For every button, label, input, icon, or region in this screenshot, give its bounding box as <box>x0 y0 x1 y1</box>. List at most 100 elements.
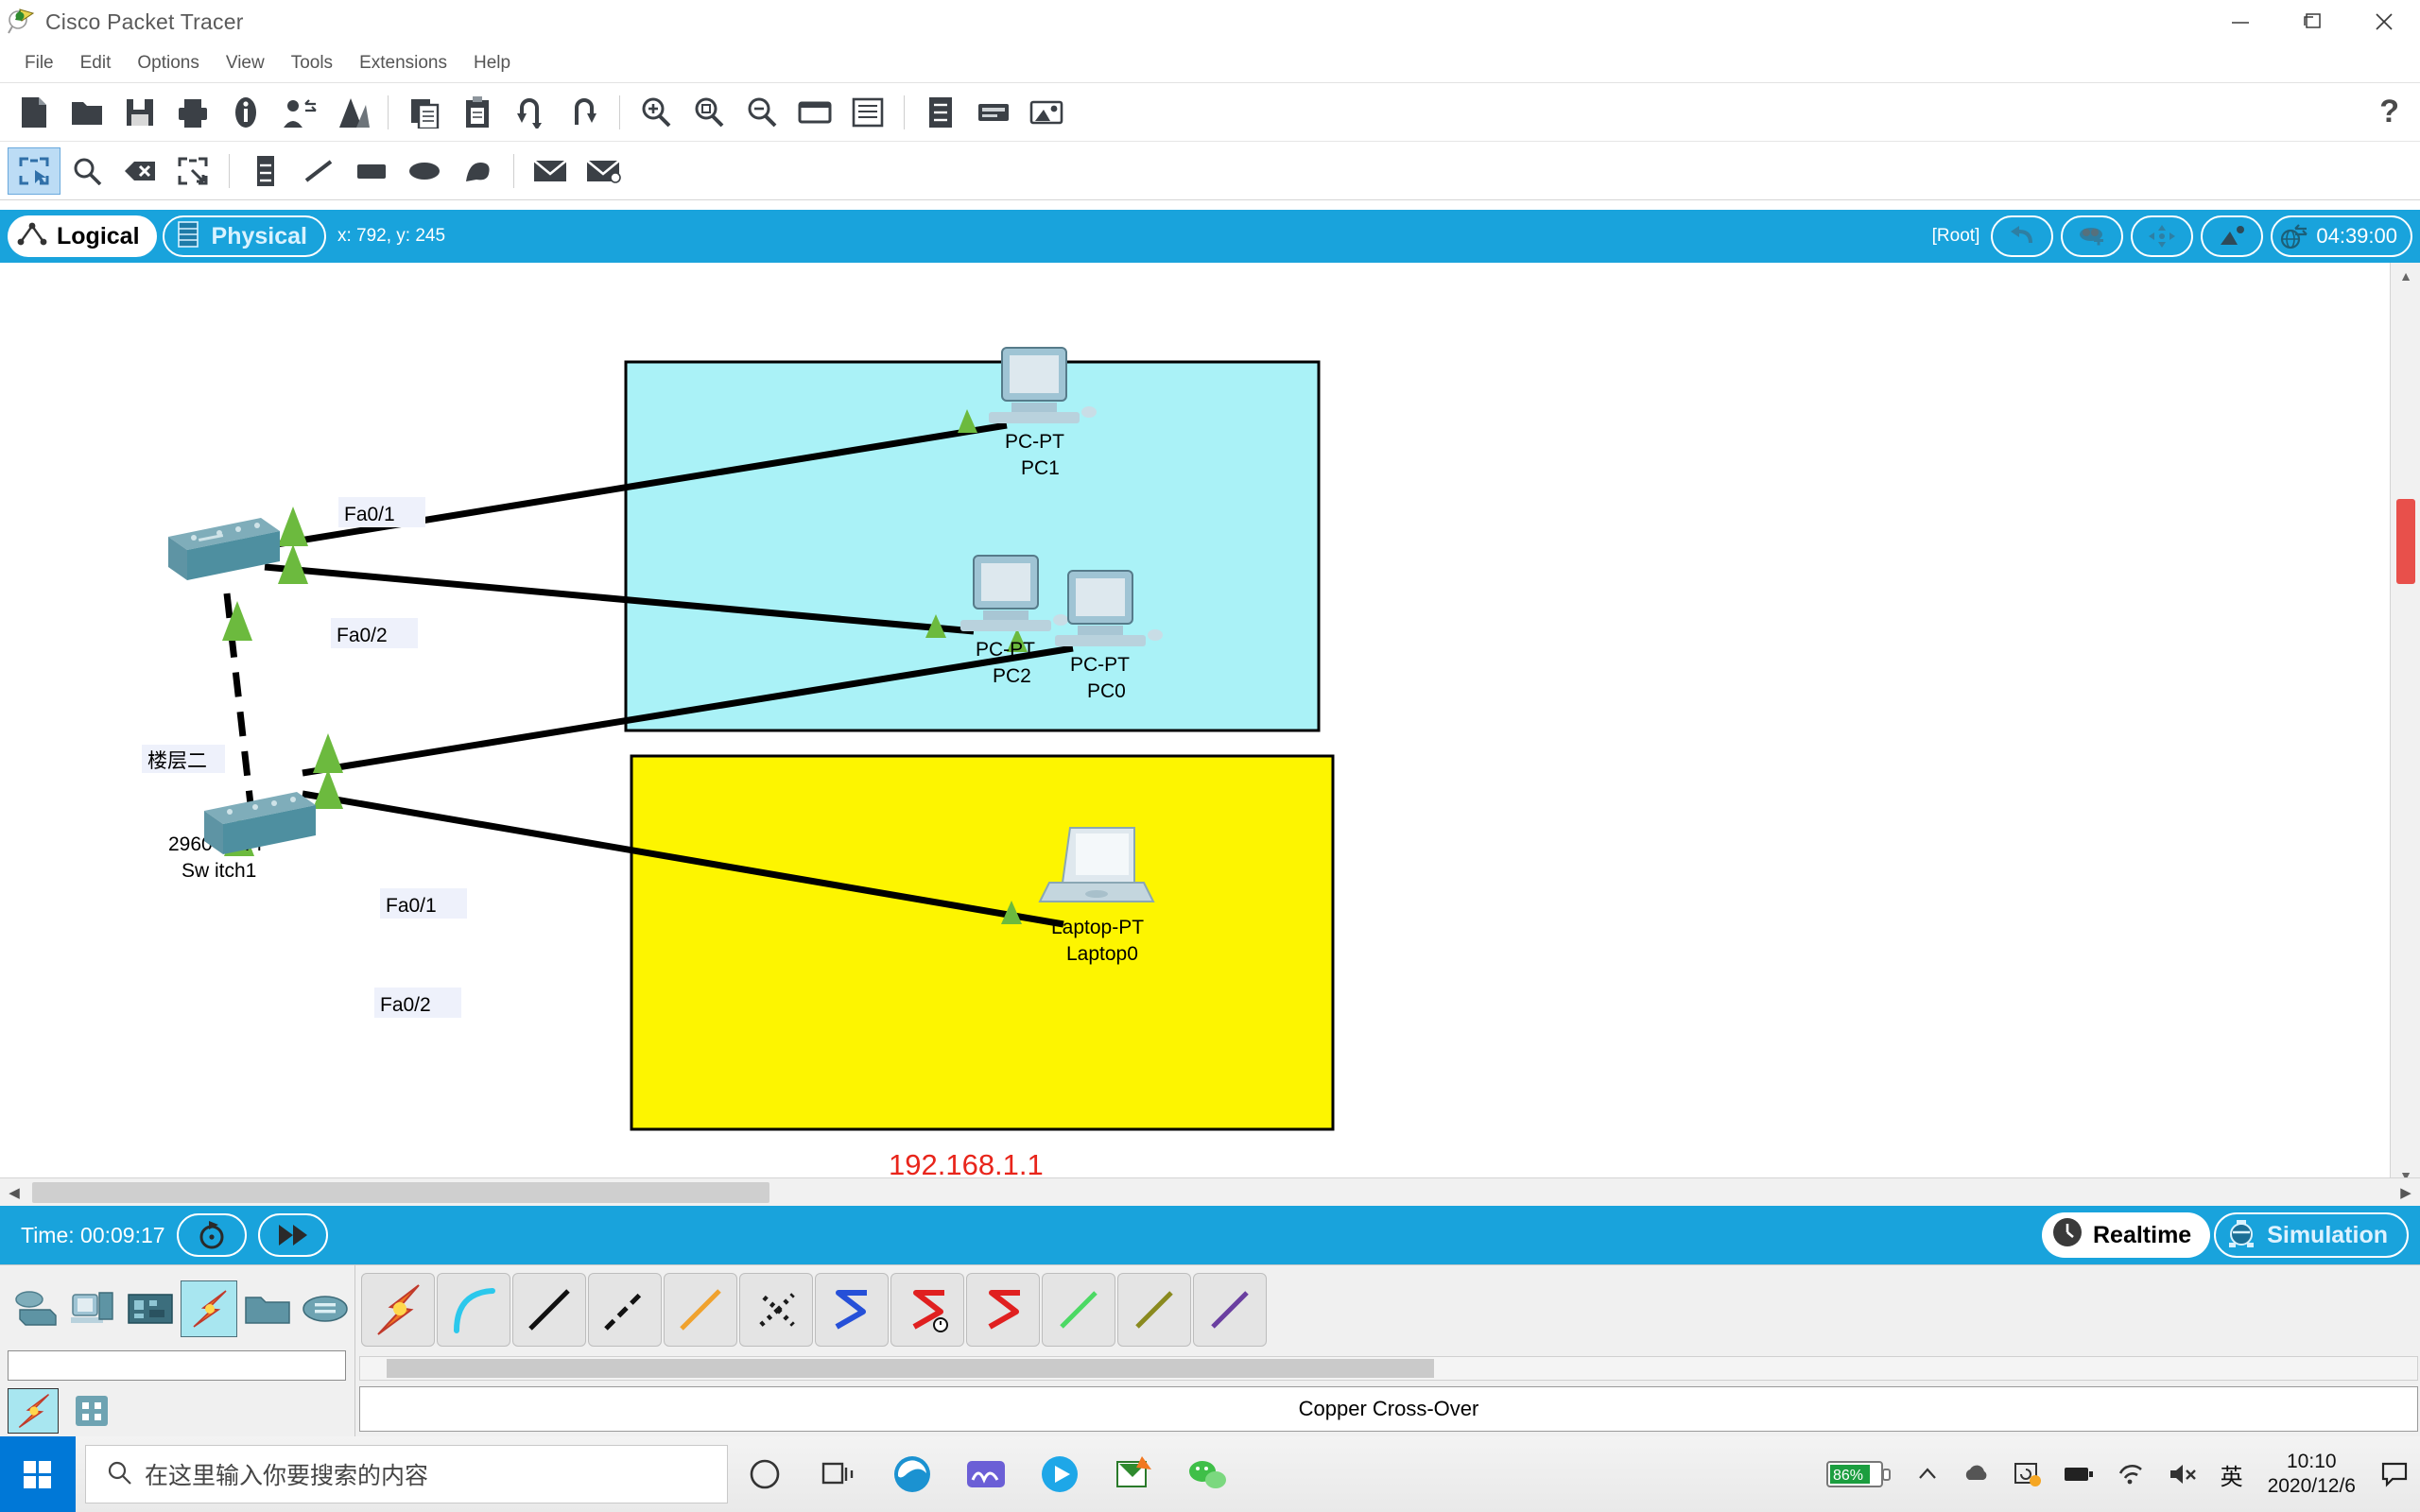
draw-ellipse-icon[interactable] <box>398 147 451 195</box>
device-switch1[interactable] <box>168 518 280 580</box>
end-devices-icon[interactable] <box>63 1280 121 1337</box>
add-complex-pdu-icon[interactable] <box>577 147 630 195</box>
open-file-icon[interactable] <box>60 88 113 137</box>
menu-extensions[interactable]: Extensions <box>346 48 460 78</box>
power-cycle-devices-icon[interactable] <box>176 1213 247 1257</box>
print-icon[interactable] <box>166 88 219 137</box>
add-cluster-icon[interactable] <box>2061 215 2124 257</box>
simulation-mode-button[interactable]: Simulation <box>2214 1212 2409 1258</box>
menu-edit[interactable]: Edit <box>67 48 125 78</box>
notification-icon[interactable] <box>2369 1461 2420 1487</box>
minimize-button[interactable] <box>2204 0 2276 43</box>
workspace-horizontal-scrollbar[interactable]: ◀ ▶ <box>0 1177 2420 1206</box>
network-devices-icon[interactable] <box>6 1280 62 1337</box>
ime-language-icon[interactable]: 英 <box>2209 1458 2255 1491</box>
close-button[interactable] <box>2348 0 2420 43</box>
multiuser-connection-icon[interactable] <box>297 1280 354 1337</box>
custom-devices-icon[interactable] <box>325 88 378 137</box>
realtime-mode-button[interactable]: Realtime <box>2041 1212 2211 1258</box>
new-file-icon[interactable] <box>8 88 60 137</box>
app-purple-icon[interactable] <box>949 1436 1023 1512</box>
place-note-icon[interactable] <box>239 147 292 195</box>
console-cable-icon[interactable] <box>437 1273 510 1347</box>
windows-start-icon[interactable] <box>0 1436 76 1512</box>
battery-tray-icon[interactable] <box>2052 1464 2105 1485</box>
horizontal-scroll-thumb[interactable] <box>32 1182 769 1203</box>
move-object-icon[interactable] <box>2131 215 2194 257</box>
back-navigation-icon[interactable] <box>1991 215 2054 257</box>
add-simple-pdu-icon[interactable] <box>524 147 577 195</box>
connections-sub-icon[interactable] <box>8 1388 59 1434</box>
connection-panel-scrollbar[interactable] <box>359 1356 2418 1381</box>
select-tool-icon[interactable] <box>8 146 60 195</box>
menu-tools[interactable]: Tools <box>278 48 346 78</box>
menu-file[interactable]: File <box>11 48 67 78</box>
microsoft-edge-icon[interactable] <box>875 1436 949 1512</box>
background-image-icon[interactable] <box>1020 88 1073 137</box>
miscellaneous-icon[interactable] <box>238 1280 296 1337</box>
phone-cable-icon[interactable] <box>739 1273 813 1347</box>
palette-icon[interactable] <box>788 88 841 137</box>
draw-rectangle-icon[interactable] <box>345 147 398 195</box>
topology-canvas[interactable]: 2960-24TT Sw itch1 楼层二 2960-24TT Sw itch… <box>0 263 2390 1189</box>
sync-icon[interactable] <box>2001 1461 2052 1487</box>
notes-icon[interactable] <box>914 88 967 137</box>
logical-workspace[interactable]: 2960-24TT Sw itch1 楼层二 2960-24TT Sw itch… <box>0 263 2390 1189</box>
battery-percentage-badge[interactable]: 86% <box>1814 1456 1905 1492</box>
fast-forward-time-icon[interactable] <box>257 1213 328 1257</box>
inspect-tool-icon[interactable] <box>60 147 113 195</box>
set-tiled-background-icon[interactable] <box>2201 215 2264 257</box>
device-search-input[interactable] <box>8 1350 346 1381</box>
network-info-icon[interactable] <box>272 88 325 137</box>
scroll-right-arrow-icon[interactable]: ▶ <box>2392 1178 2420 1207</box>
octal-cable-icon[interactable] <box>1042 1273 1115 1347</box>
tab-logical[interactable]: Logical <box>8 215 157 257</box>
taskbar-clock[interactable]: 10:10 2020/12/6 <box>2255 1450 2369 1500</box>
automatic-connection-icon[interactable] <box>361 1273 435 1347</box>
connection-scroll-thumb[interactable] <box>387 1359 1434 1378</box>
copper-cross-over-icon[interactable] <box>588 1273 662 1347</box>
iot-custom-cable-icon[interactable] <box>1117 1273 1191 1347</box>
help-question-icon[interactable]: ? <box>2379 94 2399 130</box>
zoom-out-icon[interactable] <box>735 88 788 137</box>
coaxial-cable-icon[interactable] <box>815 1273 889 1347</box>
delete-tool-icon[interactable] <box>113 147 166 195</box>
show-hidden-icons-icon[interactable] <box>1905 1463 1950 1486</box>
task-view-icon[interactable] <box>802 1436 875 1512</box>
wechat-icon[interactable] <box>1170 1436 1244 1512</box>
media-player-icon[interactable] <box>1023 1436 1097 1512</box>
wifi-icon[interactable] <box>2105 1462 2156 1486</box>
grid-view-icon[interactable] <box>66 1388 117 1434</box>
packet-tracer-taskbar-icon[interactable] <box>1097 1436 1170 1512</box>
redo-icon[interactable] <box>557 88 610 137</box>
onedrive-icon[interactable] <box>1950 1463 2001 1486</box>
serial-dte-icon[interactable] <box>966 1273 1040 1347</box>
resize-shape-icon[interactable] <box>166 147 219 195</box>
draw-line-icon[interactable] <box>292 147 345 195</box>
paste-icon[interactable] <box>451 88 504 137</box>
usb-cable-icon[interactable] <box>1193 1273 1267 1347</box>
activity-wizard-icon[interactable] <box>219 88 272 137</box>
zoom-in-icon[interactable] <box>630 88 683 137</box>
scroll-up-arrow-icon[interactable]: ▲ <box>2391 263 2420 289</box>
copy-icon[interactable] <box>398 88 451 137</box>
workspace-vertical-scrollbar[interactable]: ▲ ▼ <box>2390 263 2420 1189</box>
serial-dce-icon[interactable] <box>890 1273 964 1347</box>
volume-muted-icon[interactable] <box>2156 1462 2209 1486</box>
zoom-reset-icon[interactable] <box>683 88 735 137</box>
taskbar-search-input[interactable]: 在这里输入你要搜索的内容 <box>85 1445 728 1503</box>
components-icon[interactable] <box>122 1280 180 1337</box>
viewport-globe-icon[interactable]: 04:39:00 <box>2271 215 2412 257</box>
menu-help[interactable]: Help <box>460 48 524 78</box>
custom-devices-dialog-icon[interactable] <box>841 88 894 137</box>
device-switch0[interactable] <box>204 792 316 854</box>
vertical-scroll-thumb[interactable] <box>2396 499 2415 584</box>
menu-options[interactable]: Options <box>124 48 212 78</box>
connections-icon[interactable] <box>181 1280 237 1337</box>
fiber-cable-icon[interactable] <box>664 1273 737 1347</box>
viewport-icon[interactable] <box>967 88 1020 137</box>
copper-straight-through-icon[interactable] <box>512 1273 586 1347</box>
cortana-icon[interactable] <box>728 1436 802 1512</box>
undo-icon[interactable] <box>504 88 557 137</box>
maximize-button[interactable] <box>2276 0 2348 43</box>
